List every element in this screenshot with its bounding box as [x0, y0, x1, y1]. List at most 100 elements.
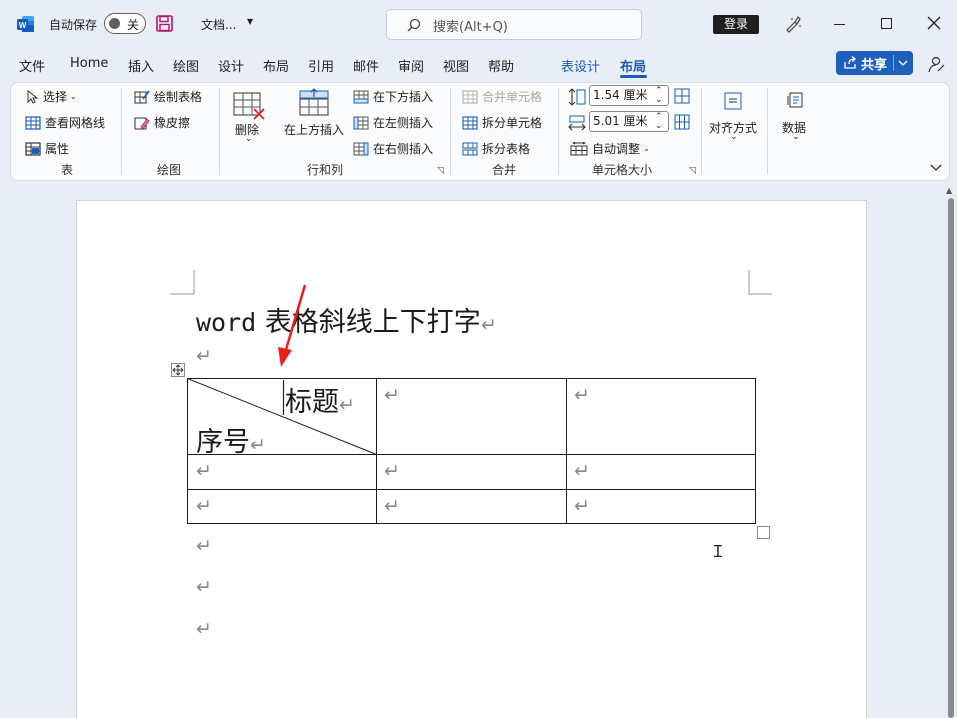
insert-right-button[interactable]: 在右侧插入 [353, 140, 433, 157]
alignment-button[interactable]: 对齐方式 ⌄ [708, 88, 760, 148]
cursor-arrow-icon [27, 89, 39, 104]
menu-table-layout[interactable]: 布局 [620, 56, 646, 75]
group-label-merge: 合并 [492, 163, 517, 177]
properties-button[interactable]: 属性 [25, 140, 69, 157]
maximize-icon[interactable] [881, 18, 892, 29]
signin-button[interactable]: 登录 [713, 15, 759, 34]
designer-pen-icon[interactable] [784, 15, 802, 33]
menu-mailings[interactable]: 邮件 [353, 56, 379, 75]
document-table[interactable] [186, 377, 758, 527]
scrollbar-thumb[interactable] [948, 198, 954, 718]
margin-mark-right [748, 270, 772, 295]
scroll-up-icon[interactable]: ▲ [946, 186, 952, 195]
insert-left-icon [353, 116, 369, 129]
merge-cells-button[interactable]: 合并单元格 [462, 88, 542, 105]
paragraph-mark[interactable]: ↵ [196, 345, 212, 367]
cell-header-top[interactable]: 标题↵ [285, 380, 355, 419]
table-cell[interactable]: ↵ [384, 384, 400, 406]
insert-left-label: 在左侧插入 [373, 116, 434, 130]
menu-references[interactable]: 引用 [308, 56, 334, 75]
comments-icon[interactable] [927, 55, 945, 73]
insert-above-button[interactable]: 在上方插入 [283, 88, 347, 140]
dialog-launcher-icon[interactable]: ◹ [689, 166, 696, 176]
close-icon[interactable] [926, 15, 942, 31]
table-cell[interactable]: ↵ [196, 460, 212, 482]
svg-text:W: W [19, 21, 27, 30]
table-cell[interactable]: ↵ [574, 460, 590, 482]
minimize-icon[interactable] [834, 24, 845, 25]
eraser-button[interactable]: 橡皮擦 [134, 114, 190, 131]
active-tab-indicator [620, 75, 647, 78]
draw-table-button[interactable]: 绘制表格 [134, 88, 202, 105]
chevron-down-icon[interactable]: ⌄ [655, 117, 663, 136]
table-cell[interactable]: ↵ [196, 495, 212, 517]
paragraph-mark[interactable]: ↵ [196, 618, 212, 640]
menu-home[interactable]: Home [70, 56, 108, 71]
split-table-button[interactable]: 拆分表格 [462, 140, 530, 157]
paragraph-mark: ↵ [250, 434, 266, 456]
autofit-button[interactable]: 自动调整 ⌄ [570, 140, 650, 157]
ribbon-separator [219, 88, 220, 174]
select-label: 选择 [43, 90, 68, 104]
document-name[interactable]: 文档... [201, 16, 236, 33]
table-cell[interactable]: ↵ [384, 495, 400, 517]
group-label-draw: 绘图 [157, 163, 182, 177]
autosave-toggle[interactable]: 关 [104, 13, 146, 34]
distribute-columns-icon[interactable] [674, 114, 690, 130]
data-button[interactable]: 数据 ⌄ [776, 88, 816, 148]
group-label-cell-size: 单元格大小 [592, 163, 653, 177]
column-width-value: 5.01 厘米 [593, 114, 648, 128]
ribbon-separator [121, 88, 122, 174]
data-icon [787, 92, 803, 108]
split-cells-button[interactable]: 拆分单元格 [462, 114, 542, 131]
chevron-down-icon: ⌄ [70, 92, 77, 101]
cell-header-bottom[interactable]: 序号↵ [196, 420, 266, 459]
toggle-knob [109, 18, 120, 29]
search-box[interactable]: 搜索(Alt+Q) [386, 9, 642, 40]
share-button[interactable]: 共享 [836, 51, 913, 75]
menu-draw[interactable]: 绘图 [173, 56, 199, 75]
menu-layout[interactable]: 布局 [263, 56, 289, 75]
autosave-label: 自动保存 [49, 18, 98, 32]
ribbon-separator [558, 88, 559, 174]
table-cell[interactable]: ↵ [574, 384, 590, 406]
insert-above-icon [299, 88, 329, 116]
table-move-handle-icon[interactable] [171, 363, 185, 377]
ribbon-collapse-icon[interactable] [930, 162, 942, 172]
menu-table-design[interactable]: 表设计 [561, 56, 600, 75]
view-gridlines-button[interactable]: 查看网格线 [25, 114, 105, 131]
column-width-spinner[interactable]: 5.01 厘米 ⌃ ⌄ [589, 111, 669, 132]
delete-button[interactable]: 删除 ⌄ [229, 88, 269, 148]
paragraph-mark[interactable]: ↵ [196, 576, 212, 598]
select-button[interactable]: 选择 ⌄ [25, 88, 77, 105]
distribute-rows-icon[interactable] [674, 88, 690, 104]
paragraph-mark[interactable]: ↵ [196, 535, 212, 557]
split-cells-icon [462, 115, 478, 130]
row-height-icon [568, 88, 586, 106]
chevron-down-icon[interactable]: ▼ [247, 17, 253, 26]
menu-review[interactable]: 审阅 [398, 56, 424, 75]
menu-file[interactable]: 文件 [19, 56, 45, 75]
ribbon-separator [767, 88, 768, 174]
table-cell[interactable]: ↵ [384, 460, 400, 482]
insert-below-label: 在下方插入 [373, 90, 434, 104]
menu-design[interactable]: 设计 [218, 56, 244, 75]
paragraph-mark: ↵ [339, 394, 355, 416]
insert-right-icon [353, 142, 369, 155]
draw-table-label: 绘制表格 [154, 90, 203, 104]
save-icon[interactable] [156, 15, 173, 32]
delete-table-icon [233, 92, 265, 120]
properties-icon [25, 141, 41, 156]
autosave-state: 关 [127, 18, 140, 32]
dialog-launcher-icon[interactable]: ◹ [437, 166, 444, 176]
heading-word: word [196, 308, 257, 337]
row-height-spinner[interactable]: 1.54 厘米 ⌃ ⌄ [589, 85, 669, 106]
insert-below-button[interactable]: 在下方插入 [353, 88, 433, 105]
table-cell[interactable]: ↵ [574, 495, 590, 517]
menu-help[interactable]: 帮助 [488, 56, 514, 75]
menu-insert[interactable]: 插入 [128, 56, 154, 75]
table-resize-handle[interactable] [757, 526, 770, 539]
document-heading[interactable]: word 表格斜线上下打字↵ [196, 300, 497, 339]
insert-left-button[interactable]: 在左侧插入 [353, 114, 433, 131]
menu-view[interactable]: 视图 [443, 56, 469, 75]
